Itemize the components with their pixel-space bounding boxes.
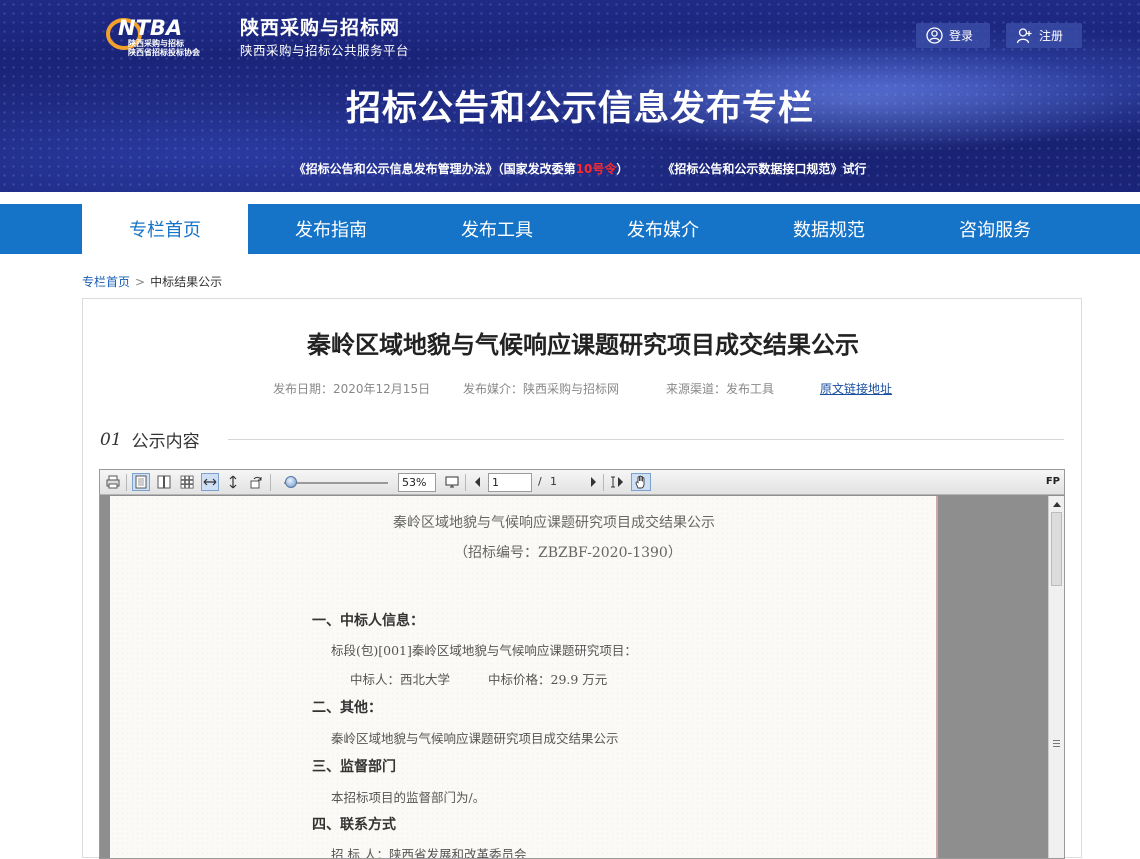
register-label: 注册: [1039, 29, 1064, 43]
document-page: 秦岭区域地貌与气候响应课题研究项目成交结果公示 （招标编号：ZBZBF-2020…: [110, 496, 938, 859]
nav-item-tools[interactable]: 发布工具: [414, 204, 580, 254]
hand-tool-icon[interactable]: [631, 473, 651, 491]
publish-date: 发布日期：2020年12月15日: [273, 382, 431, 396]
site-logo[interactable]: NTBA 陕西采购与招标 陕西省招标投标协会: [104, 12, 234, 58]
fp-label[interactable]: FP: [1046, 476, 1060, 487]
doc-heading-3: 三、监督部门: [312, 759, 396, 775]
login-button[interactable]: 登录: [916, 23, 990, 48]
breadcrumb: 专栏首页 > 中标结果公示: [82, 273, 222, 290]
logo-text: NTBA: [118, 16, 182, 40]
doc-para-2: 秦岭区域地貌与气候响应课题研究项目成交结果公示: [331, 731, 619, 746]
user-add-icon: [1016, 28, 1032, 44]
site-subtitle: 陕西采购与招标公共服务平台: [240, 43, 410, 58]
doc-para-1: 标段(包)[001]秦岭区域地貌与气候响应课题研究项目：: [331, 643, 637, 658]
doc-heading-1: 一、中标人信息：: [312, 613, 424, 629]
viewer-scrollbar[interactable]: [1048, 496, 1064, 858]
viewer-toolbar: 53% 1 / 1 FP: [100, 470, 1064, 495]
header-banner: NTBA 陕西采购与招标 陕西省招标投标协会 陕西采购与招标网 陕西采购与招标公…: [0, 0, 1140, 192]
text-select-icon[interactable]: [608, 473, 626, 491]
fit-width-icon[interactable]: [201, 473, 219, 491]
doc-code: （招标编号：ZBZBF-2020-1390）: [454, 545, 682, 561]
doc-para-3: 本招标项目的监督部门为/。: [331, 790, 486, 805]
breadcrumb-home-link[interactable]: 专栏首页: [82, 275, 130, 289]
source-channel: 来源渠道：发布工具: [666, 382, 775, 396]
logo-caption-1: 陕西采购与招标: [128, 38, 184, 48]
rotate-icon[interactable]: [247, 473, 265, 491]
print-icon[interactable]: [104, 473, 122, 491]
doc-title: 秦岭区域地貌与气候响应课题研究项目成交结果公示: [393, 515, 715, 531]
fullscreen-icon[interactable]: [443, 473, 461, 491]
breadcrumb-current: 中标结果公示: [150, 275, 223, 289]
nav-item-consult[interactable]: 咨询服务: [912, 204, 1078, 254]
zoom-slider-knob[interactable]: [285, 476, 297, 488]
user-circle-icon: [926, 27, 943, 44]
original-link[interactable]: 原文链接地址: [820, 380, 892, 397]
policy-1-highlight: 10号令: [575, 162, 617, 176]
site-name: 陕西采购与招标网: [240, 17, 401, 39]
two-page-icon[interactable]: [155, 473, 173, 491]
section-label: 公示内容: [131, 432, 200, 452]
doc-heading-2: 二、其他：: [312, 700, 382, 716]
page-separator: /: [538, 475, 542, 488]
nav-item-home[interactable]: 专栏首页: [82, 204, 248, 254]
zoom-slider-track[interactable]: [284, 482, 388, 484]
scroll-up-icon[interactable]: [1049, 496, 1064, 511]
section-number: 01: [100, 429, 122, 450]
nav-item-spec[interactable]: 数据规范: [746, 204, 912, 254]
nav-item-media[interactable]: 发布媒介: [580, 204, 746, 254]
banner-title: 招标公告和公示信息发布专栏: [345, 89, 814, 129]
policy-1-text: 《招标公告和公示信息发布管理办法》（国家发改委第: [293, 162, 576, 176]
doc-winner: 中标人：西北大学: [350, 672, 451, 687]
prev-page-icon[interactable]: [469, 473, 487, 491]
policy-1-link[interactable]: 《招标公告和公示信息发布管理办法》（国家发改委第10号令）: [294, 162, 629, 176]
page-number-input[interactable]: 1: [488, 473, 532, 492]
fit-height-icon[interactable]: [224, 473, 242, 491]
scrollbar-thumb[interactable]: [1051, 512, 1062, 586]
breadcrumb-separator: >: [135, 275, 146, 289]
nav-item-guide[interactable]: 发布指南: [248, 204, 414, 254]
doc-price: 中标价格：29.9 万元: [488, 672, 608, 687]
doc-heading-4: 四、联系方式: [312, 817, 396, 833]
login-label: 登录: [949, 29, 974, 43]
next-page-icon[interactable]: [584, 473, 602, 491]
section-divider: [228, 439, 1064, 440]
publish-media: 发布媒介：陕西采购与招标网: [463, 382, 620, 396]
page-total: 1: [550, 475, 557, 488]
single-page-icon[interactable]: [132, 473, 150, 491]
register-button[interactable]: 注册: [1006, 23, 1082, 48]
announcement-panel: 秦岭区域地貌与气候响应课题研究项目成交结果公示 发布日期：2020年12月15日…: [82, 298, 1082, 859]
announcement-title: 秦岭区域地貌与气候响应课题研究项目成交结果公示: [307, 331, 859, 359]
thumbnails-icon[interactable]: [178, 473, 196, 491]
policy-2-link[interactable]: 《招标公告和公示数据接口规范》试行: [662, 162, 866, 176]
zoom-level-field[interactable]: 53%: [398, 473, 436, 492]
doc-para-4: 招 标 人：陕西省发展和改革委员会: [331, 847, 527, 859]
scrollbar-grip-icon: [1053, 740, 1060, 749]
main-nav: 专栏首页 发布指南 发布工具 发布媒介 数据规范 咨询服务: [0, 204, 1140, 254]
logo-caption-2: 陕西省招标投标协会: [128, 47, 200, 57]
ntba-logo-icon: NTBA 陕西采购与招标 陕西省招标投标协会: [106, 16, 200, 57]
policy-notice: 《招标公告和公示信息发布管理办法》（国家发改委第10号令） 《招标公告和公示数据接…: [0, 160, 1140, 177]
policy-1-close: ）: [616, 162, 629, 176]
pdf-viewer: 53% 1 / 1 FP 秦岭区域地貌与气候响应课题研究项目成交结果公示 （招标…: [99, 469, 1065, 859]
section-heading: 01 公示内容: [100, 427, 200, 453]
document-area[interactable]: 秦岭区域地貌与气候响应课题研究项目成交结果公示 （招标编号：ZBZBF-2020…: [100, 496, 1048, 859]
